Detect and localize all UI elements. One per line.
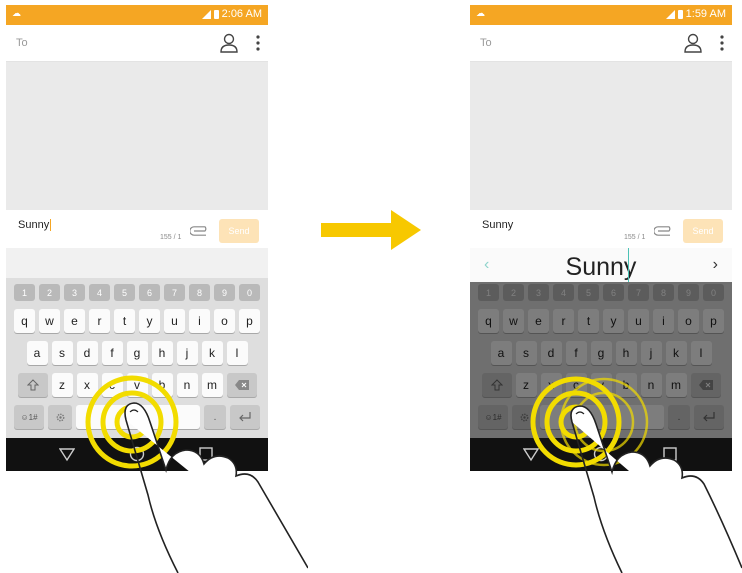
message-thread bbox=[470, 62, 732, 210]
key-4[interactable]: 4 bbox=[89, 284, 110, 301]
contact-icon[interactable] bbox=[220, 33, 238, 53]
settings-key[interactable] bbox=[48, 405, 72, 429]
status-time: 2:06 AM bbox=[221, 8, 262, 20]
key-0[interactable]: 0 bbox=[239, 284, 260, 301]
key-h[interactable]: h bbox=[151, 341, 173, 365]
hand-pointer-icon bbox=[124, 402, 308, 573]
char-counter: 155 / 1 bbox=[624, 234, 646, 241]
key-j[interactable]: j bbox=[176, 341, 198, 365]
cursor-handle[interactable] bbox=[628, 248, 629, 282]
attach-icon[interactable] bbox=[190, 226, 210, 236]
arrow-right-icon bbox=[321, 210, 421, 250]
key-y[interactable]: y bbox=[139, 309, 160, 333]
composer: Sunny 155 / 1 Send bbox=[6, 210, 268, 248]
key-a[interactable]: a bbox=[26, 341, 48, 365]
key-i[interactable]: i bbox=[189, 309, 210, 333]
more-vert-icon[interactable] bbox=[256, 33, 260, 53]
key-5[interactable]: 5 bbox=[114, 284, 135, 301]
recipient-bar: To bbox=[470, 25, 732, 62]
message-text: Sunny bbox=[18, 219, 50, 231]
suggestion-word: Sunny bbox=[565, 253, 637, 281]
signal-icon bbox=[201, 9, 211, 19]
key-1[interactable]: 1 bbox=[14, 284, 35, 301]
battery-icon bbox=[213, 9, 219, 19]
key-l[interactable]: l bbox=[226, 341, 248, 365]
backspace-key[interactable] bbox=[226, 373, 257, 397]
attach-icon[interactable] bbox=[654, 226, 674, 236]
status-bar: ☁ 1:59 AM bbox=[470, 5, 732, 25]
send-button[interactable]: Send bbox=[219, 219, 259, 243]
suggestion-bar bbox=[6, 248, 268, 282]
key-r[interactable]: r bbox=[89, 309, 110, 333]
text-caret bbox=[50, 219, 52, 232]
key-k[interactable]: k bbox=[201, 341, 223, 365]
key-z[interactable]: z bbox=[51, 373, 73, 397]
notification-icon: ☁ bbox=[12, 8, 21, 18]
key-q[interactable]: q bbox=[14, 309, 35, 333]
key-g[interactable]: g bbox=[126, 341, 148, 365]
recipient-field[interactable]: To bbox=[480, 37, 492, 49]
gear-icon bbox=[56, 413, 64, 421]
back-icon[interactable] bbox=[59, 446, 75, 462]
key-s[interactable]: s bbox=[51, 341, 73, 365]
key-w[interactable]: w bbox=[39, 309, 60, 333]
letter-row-1: q w e r t y u i o p bbox=[6, 309, 268, 333]
char-counter: 155 / 1 bbox=[160, 234, 182, 241]
key-f[interactable]: f bbox=[101, 341, 123, 365]
key-7[interactable]: 7 bbox=[164, 284, 185, 301]
number-row: 1 2 3 4 5 6 7 8 9 0 bbox=[6, 284, 268, 301]
key-u[interactable]: u bbox=[164, 309, 185, 333]
hand-pointer-icon bbox=[570, 405, 742, 573]
next-word-button[interactable]: › bbox=[713, 256, 718, 274]
key-d[interactable]: d bbox=[76, 341, 98, 365]
recipient-bar: To bbox=[6, 25, 268, 62]
key-8[interactable]: 8 bbox=[189, 284, 210, 301]
recipient-field[interactable]: To bbox=[16, 37, 28, 49]
battery-icon bbox=[677, 9, 683, 19]
more-vert-icon[interactable] bbox=[720, 33, 724, 53]
message-input[interactable]: Sunny bbox=[482, 219, 513, 231]
status-bar: ☁ 2:06 AM bbox=[6, 5, 268, 25]
symbols-key[interactable]: ☺1# bbox=[14, 405, 44, 429]
shift-icon bbox=[26, 379, 39, 391]
message-thread bbox=[6, 62, 268, 210]
key-2[interactable]: 2 bbox=[39, 284, 60, 301]
contact-icon[interactable] bbox=[684, 33, 702, 53]
key-e[interactable]: e bbox=[64, 309, 85, 333]
backspace-icon bbox=[234, 380, 249, 390]
shift-key[interactable] bbox=[17, 373, 48, 397]
notification-icon: ☁ bbox=[476, 8, 485, 18]
send-button[interactable]: Send bbox=[683, 219, 723, 243]
status-time: 1:59 AM bbox=[685, 8, 726, 20]
word-preview-bar: ‹ Sunny › bbox=[470, 248, 732, 282]
key-p[interactable]: p bbox=[239, 309, 260, 333]
key-3[interactable]: 3 bbox=[64, 284, 85, 301]
signal-icon bbox=[665, 9, 675, 19]
key-t[interactable]: t bbox=[114, 309, 135, 333]
letter-row-2: a s d f g h j k l bbox=[6, 341, 268, 365]
key-o[interactable]: o bbox=[214, 309, 235, 333]
key-6[interactable]: 6 bbox=[139, 284, 160, 301]
composer: Sunny 155 / 1 Send bbox=[470, 210, 732, 248]
key-9[interactable]: 9 bbox=[214, 284, 235, 301]
key-m[interactable]: m bbox=[201, 373, 223, 397]
message-input[interactable]: Sunny bbox=[18, 219, 52, 232]
